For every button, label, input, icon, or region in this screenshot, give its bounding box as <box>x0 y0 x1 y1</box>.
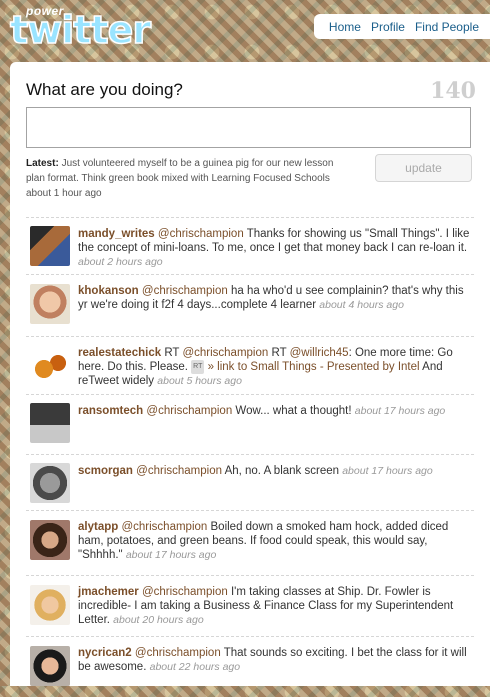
tweet-time[interactable]: about 17 hours ago <box>342 465 433 477</box>
nav-profile-link[interactable]: Profile <box>371 20 405 34</box>
tweet-mention[interactable]: @chrischampion <box>158 228 244 240</box>
tweet-mention[interactable]: @chrischampion <box>142 586 228 598</box>
tweet-username[interactable]: scmorgan <box>78 465 133 477</box>
tweet-item: alytapp @chrischampion Boiled down a smo… <box>26 510 474 575</box>
tweet-username[interactable]: jmachemer <box>78 586 139 598</box>
tweet-username[interactable]: ransomtech <box>78 405 143 417</box>
tweet-time[interactable]: about 17 hours ago <box>355 405 446 417</box>
tweet-mention[interactable]: @willrich45 <box>290 347 349 359</box>
tweet-username[interactable]: mandy_writes <box>78 228 155 240</box>
retweet-prefix: RT <box>164 347 180 359</box>
tweet-item: nycrican2 @chrischampion That sounds so … <box>26 636 474 697</box>
main-panel: What are you doing? 140 Latest: Just vol… <box>10 62 490 686</box>
tweet-item: realestatechick RT @chrischampion RT @wi… <box>26 336 474 394</box>
avatar[interactable] <box>30 646 70 686</box>
latest-label: Latest: <box>26 158 59 169</box>
avatar[interactable] <box>30 345 70 385</box>
tweet-item: scmorgan @chrischampion Ah, no. A blank … <box>26 454 474 510</box>
logo-wordmark: twitter <box>9 7 152 53</box>
status-input[interactable] <box>26 107 471 148</box>
status-prompt: What are you doing? <box>26 80 183 99</box>
tweet-item: khokanson @chrischampion ha ha who'd u s… <box>26 274 474 336</box>
tweet-username[interactable]: realestatechick <box>78 347 161 359</box>
tweet-time[interactable]: about 22 hours ago <box>150 661 241 673</box>
tweet-mention[interactable]: @chrischampion <box>182 347 268 359</box>
tweet-username[interactable]: khokanson <box>78 285 139 297</box>
tweet-time[interactable]: about 5 hours ago <box>157 375 242 387</box>
avatar[interactable] <box>30 585 70 625</box>
tweet-item: mandy_writes @chrischampion Thanks for s… <box>26 217 474 274</box>
tweet-time[interactable]: about 2 hours ago <box>78 256 163 268</box>
latest-text: Just volunteered myself to be a guinea p… <box>26 158 334 184</box>
avatar[interactable] <box>30 284 70 324</box>
nav-home-link[interactable]: Home <box>329 20 361 34</box>
tweet-item: jmachemer @chrischampion I'm taking clas… <box>26 575 474 636</box>
top-nav: Home Profile Find People <box>313 14 490 39</box>
timeline: mandy_writes @chrischampion Thanks for s… <box>26 217 474 697</box>
tweet-mention[interactable]: @chrischampion <box>146 405 232 417</box>
avatar[interactable] <box>30 520 70 560</box>
avatar[interactable] <box>30 226 70 266</box>
tweet-time[interactable]: about 4 hours ago <box>319 299 404 311</box>
avatar[interactable] <box>30 403 70 443</box>
tweet-mention[interactable]: @chrischampion <box>135 647 221 659</box>
latest-time[interactable]: about 1 hour ago <box>26 188 102 199</box>
tweet-username[interactable]: nycrican2 <box>78 647 132 659</box>
tweet-mention[interactable]: @chrischampion <box>121 521 207 533</box>
latest-status: Latest: Just volunteered myself to be a … <box>26 156 346 201</box>
update-button[interactable]: update <box>375 154 472 182</box>
tweet-time[interactable]: about 20 hours ago <box>113 614 204 626</box>
tweet-text: Ah, no. A blank screen <box>224 465 340 477</box>
tweet-item: ransomtech @chrischampion Wow... what a … <box>26 394 474 454</box>
nav-find-people-link[interactable]: Find People <box>415 20 479 34</box>
tweet-time[interactable]: about 17 hours ago <box>126 549 217 561</box>
tweet-mention[interactable]: @chrischampion <box>142 285 228 297</box>
char-counter: 140 <box>430 78 476 104</box>
retweet-prefix: RT <box>271 347 287 359</box>
tweet-text: Wow... what a thought! <box>235 405 352 417</box>
tweet-username[interactable]: alytapp <box>78 521 118 533</box>
tweet-mention[interactable]: @chrischampion <box>136 465 222 477</box>
retweet-badge: RT <box>191 360 205 374</box>
top-bar: power twitter Home Profile Find People <box>0 0 490 62</box>
tweet-link[interactable]: » link to Small Things - Presented by In… <box>208 361 420 373</box>
avatar[interactable] <box>30 463 70 503</box>
